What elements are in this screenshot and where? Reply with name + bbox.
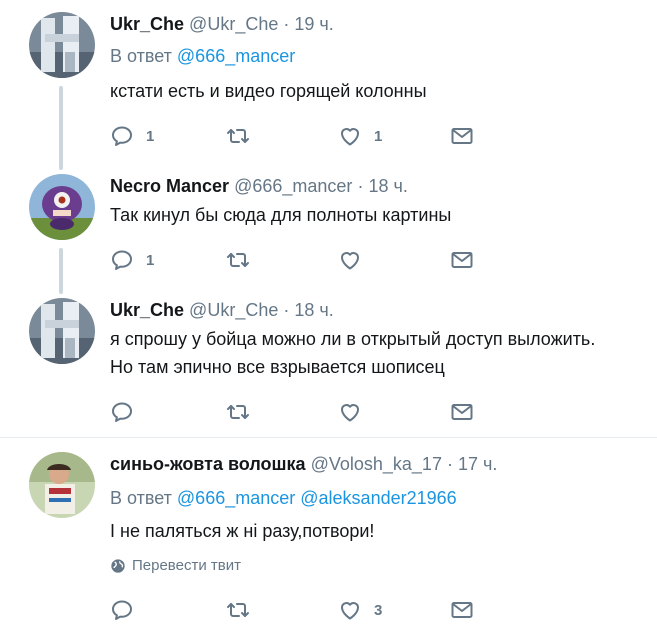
reply-context: В ответ @666_mancer @aleksander21966 [110, 488, 457, 509]
display-name[interactable]: Ukr_Che [110, 300, 184, 320]
translate-tweet-link[interactable]: Перевести твит [110, 557, 241, 574]
reply-prefix: В ответ [110, 488, 172, 508]
avatar[interactable] [29, 12, 95, 78]
like-button[interactable]: 1 [338, 124, 382, 148]
tweet-text: І не паляться ж ні разу,потвори! [110, 521, 375, 541]
display-name[interactable]: Necro Mancer [110, 176, 229, 196]
timestamp[interactable]: 18 ч. [294, 300, 333, 320]
reply-button[interactable] [110, 598, 134, 622]
reply-icon [110, 598, 134, 622]
reply-button[interactable] [110, 400, 134, 424]
timestamp[interactable]: 19 ч. [294, 14, 333, 34]
reply-icon [110, 248, 134, 272]
display-name[interactable]: синьо-жовта волошка [110, 454, 306, 474]
reply-count: 1 [146, 127, 155, 145]
direct-message-button[interactable] [450, 248, 474, 272]
tweet-text: кстати есть и видео горящей колонны [110, 81, 427, 101]
divider [0, 437, 657, 438]
reply-context: В ответ @666_mancer [110, 46, 295, 67]
tweet-text: Так кинул бы сюда для полноты картины [110, 205, 452, 225]
reply-count: 1 [146, 251, 155, 269]
tweet-text-line: Но там эпично все взрывается шописец [110, 357, 445, 377]
user-handle[interactable]: @666_mancer [234, 176, 352, 196]
retweet-icon [226, 124, 250, 148]
envelope-icon [450, 248, 474, 272]
avatar[interactable] [29, 298, 95, 364]
retweet-button[interactable] [226, 124, 250, 148]
like-button[interactable]: 3 [338, 598, 382, 622]
reply-button[interactable]: 1 [110, 248, 154, 272]
retweet-button[interactable] [226, 598, 250, 622]
envelope-icon [450, 598, 474, 622]
envelope-icon [450, 124, 474, 148]
retweet-icon [226, 248, 250, 272]
separator-dot: · [283, 300, 290, 320]
tweet-text: я спрошу у бойца можно ли в открытый дос… [110, 326, 650, 380]
mention-link[interactable]: @666_mancer [177, 488, 295, 508]
action-bar: 3 [110, 598, 480, 622]
reply-button[interactable]: 1 [110, 124, 154, 148]
thread-line [59, 86, 63, 170]
direct-message-button[interactable] [450, 598, 474, 622]
mention-link[interactable]: @aleksander21966 [300, 488, 456, 508]
heart-icon [338, 248, 362, 272]
user-handle[interactable]: @Ukr_Che [189, 300, 278, 320]
like-button[interactable] [338, 248, 362, 272]
separator-dot: · [357, 176, 364, 196]
like-button[interactable] [338, 400, 362, 424]
avatar[interactable] [29, 174, 95, 240]
like-count: 3 [374, 601, 383, 619]
translate-label: Перевести твит [132, 557, 241, 574]
display-name[interactable]: Ukr_Che [110, 14, 184, 34]
mention-link[interactable]: @666_mancer [177, 46, 295, 66]
separator-dot: · [283, 14, 290, 34]
direct-message-button[interactable] [450, 124, 474, 148]
separator-dot: · [446, 454, 453, 474]
heart-icon [338, 598, 362, 622]
like-count: 1 [374, 127, 383, 145]
user-handle[interactable]: @Ukr_Che [189, 14, 278, 34]
action-bar [110, 400, 480, 424]
retweet-button[interactable] [226, 400, 250, 424]
reply-prefix: В ответ [110, 46, 172, 66]
tweet-text-line: я спрошу у бойца можно ли в открытый дос… [110, 329, 596, 349]
heart-icon [338, 400, 362, 424]
user-handle[interactable]: @Volosh_ka_17 [311, 454, 442, 474]
envelope-icon [450, 400, 474, 424]
timestamp[interactable]: 18 ч. [368, 176, 407, 196]
action-bar: 1 [110, 248, 480, 272]
heart-icon [338, 124, 362, 148]
retweet-icon [226, 400, 250, 424]
avatar[interactable] [29, 452, 95, 518]
retweet-icon [226, 598, 250, 622]
retweet-button[interactable] [226, 248, 250, 272]
globe-icon [110, 558, 126, 574]
reply-icon [110, 400, 134, 424]
action-bar: 1 1 [110, 124, 480, 148]
thread-line [59, 248, 63, 294]
direct-message-button[interactable] [450, 400, 474, 424]
timestamp[interactable]: 17 ч. [458, 454, 497, 474]
reply-icon [110, 124, 134, 148]
